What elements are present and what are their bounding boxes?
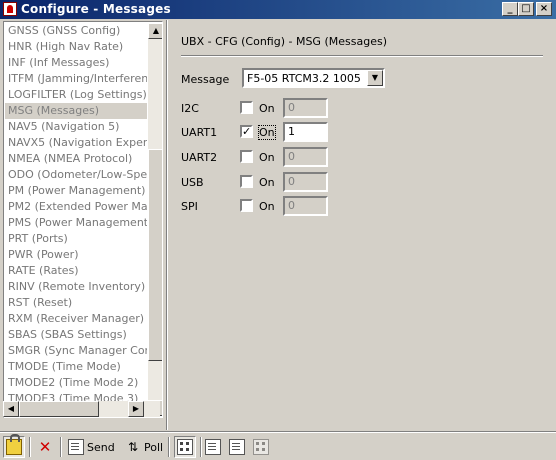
port-name: UART1 <box>181 126 218 139</box>
rate-input[interactable]: 0 <box>283 147 328 167</box>
save-icon <box>229 439 245 455</box>
lock-icon <box>6 434 22 455</box>
port-row: I2C On 0 <box>181 98 381 118</box>
horizontal-scrollbar[interactable]: ◀ ▶ <box>3 401 160 417</box>
config-item-list[interactable]: GNSS (GNSS Config) HNR (High Nav Rate) INF… <box>5 23 147 416</box>
toolbar-separator <box>200 437 202 457</box>
message-select-value: F5-05 RTCM3.2 1005 <box>247 72 361 85</box>
toolbar-divider <box>0 431 556 433</box>
list-item[interactable]: MSG (Messages) <box>5 103 147 119</box>
scroll-right-button[interactable]: ▶ <box>128 401 144 417</box>
list-item[interactable]: PMS (Power Management S <box>5 215 147 231</box>
send-label: Send <box>87 440 115 454</box>
scroll-left-button[interactable]: ◀ <box>3 401 19 417</box>
list-item[interactable]: TMODE2 (Time Mode 2) <box>5 375 147 391</box>
list-item[interactable]: PRT (Ports) <box>5 231 147 247</box>
chevron-down-icon[interactable]: ▼ <box>367 70 383 86</box>
compare-icon <box>253 439 269 455</box>
list-item[interactable]: RXM (Receiver Manager) <box>5 311 147 327</box>
list-item[interactable]: RST (Reset) <box>5 295 147 311</box>
window-title: Configure - Messages <box>21 2 171 16</box>
list-item[interactable]: ODO (Odometer/Low-Speed <box>5 167 147 183</box>
rate-input[interactable]: 1 <box>283 122 328 142</box>
on-label[interactable]: On <box>258 125 276 140</box>
port-enable-checkbox[interactable] <box>240 175 253 188</box>
list-item[interactable]: GNSS (GNSS Config) <box>5 23 147 39</box>
list-item[interactable]: RINV (Remote Inventory) <box>5 279 147 295</box>
port-name: USB <box>181 176 204 189</box>
vertical-scrollbar[interactable]: ▲ ▼ <box>148 23 162 416</box>
port-name: SPI <box>181 200 198 213</box>
hscroll-thumb[interactable] <box>19 401 99 417</box>
on-label[interactable]: On <box>259 102 275 115</box>
app-icon[interactable] <box>3 2 17 16</box>
on-label[interactable]: On <box>259 151 275 164</box>
maximize-button[interactable]: □ <box>518 2 534 16</box>
poll-label: Poll <box>144 440 164 454</box>
port-name: UART2 <box>181 151 218 164</box>
list-item[interactable]: NMEA (NMEA Protocol) <box>5 151 147 167</box>
port-row: UART2 On 0 <box>181 147 381 167</box>
rate-input[interactable]: 0 <box>283 172 328 192</box>
list-item[interactable]: PM (Power Management) <box>5 183 147 199</box>
port-row: SPI On 0 <box>181 196 381 216</box>
list-item[interactable]: LOGFILTER (Log Settings) <box>5 87 147 103</box>
grid-icon <box>177 439 193 455</box>
send-icon <box>68 439 84 455</box>
on-label[interactable]: On <box>259 200 275 213</box>
poll-button[interactable]: ⇅ Poll <box>125 436 163 458</box>
list-item[interactable]: PWR (Power) <box>5 247 147 263</box>
bottom-toolbar: ✕ Send ⇅ Poll <box>0 434 556 460</box>
port-enable-checkbox[interactable] <box>240 101 253 114</box>
compare-button[interactable] <box>253 436 269 458</box>
poll-icon: ⇅ <box>127 440 139 454</box>
on-label[interactable]: On <box>259 176 275 189</box>
port-row: UART1 ✓ On 1 <box>181 122 381 142</box>
close-x-icon: ✕ <box>38 438 52 456</box>
port-row: USB On 0 <box>181 172 381 192</box>
toolbar-separator <box>168 437 170 457</box>
revert-button[interactable]: ✕ <box>37 436 53 458</box>
send-button[interactable]: Send <box>68 436 115 458</box>
heading-divider <box>181 55 543 57</box>
load-button[interactable] <box>205 436 221 458</box>
rate-input[interactable]: 0 <box>283 98 328 118</box>
list-item[interactable]: NAV5 (Navigation 5) <box>5 119 147 135</box>
list-item[interactable]: SMGR (Sync Manager Conf <box>5 343 147 359</box>
scroll-thumb[interactable] <box>148 149 162 361</box>
auto-poll-toggle[interactable] <box>174 436 196 458</box>
save-button[interactable] <box>229 436 245 458</box>
port-enable-checkbox[interactable] <box>240 150 253 163</box>
port-enable-checkbox[interactable] <box>240 199 253 212</box>
message-select[interactable]: F5-05 RTCM3.2 1005 ▼ <box>242 68 385 88</box>
port-enable-checkbox[interactable]: ✓ <box>240 125 253 138</box>
port-name: I2C <box>181 102 199 115</box>
list-item[interactable]: SBAS (SBAS Settings) <box>5 327 147 343</box>
lock-button[interactable] <box>3 434 25 458</box>
close-button[interactable]: × <box>536 2 552 16</box>
list-item[interactable]: PM2 (Extended Power Man <box>5 199 147 215</box>
minimize-button[interactable]: _ <box>502 2 518 16</box>
list-item[interactable]: NAVX5 (Navigation Expert S <box>5 135 147 151</box>
list-item[interactable]: INF (Inf Messages) <box>5 55 147 71</box>
panel-heading: UBX - CFG (Config) - MSG (Messages) <box>181 35 387 48</box>
load-icon <box>205 439 221 455</box>
list-item[interactable]: HNR (High Nav Rate) <box>5 39 147 55</box>
title-bar[interactable]: Configure - Messages _ □ × <box>0 0 556 19</box>
scroll-up-button[interactable]: ▲ <box>148 23 162 39</box>
list-item[interactable]: ITFM (Jamming/Interferen <box>5 71 147 87</box>
pane-divider[interactable] <box>166 20 168 430</box>
toolbar-separator <box>29 437 31 457</box>
list-item[interactable]: RATE (Rates) <box>5 263 147 279</box>
config-item-list-pane: GNSS (GNSS Config) HNR (High Nav Rate) INF… <box>3 21 163 418</box>
toolbar-separator <box>60 437 62 457</box>
message-label: Message <box>181 73 230 86</box>
rate-input[interactable]: 0 <box>283 196 328 216</box>
message-config-panel: UBX - CFG (Config) - MSG (Messages) Mess… <box>170 21 554 431</box>
list-item[interactable]: TMODE (Time Mode) <box>5 359 147 375</box>
